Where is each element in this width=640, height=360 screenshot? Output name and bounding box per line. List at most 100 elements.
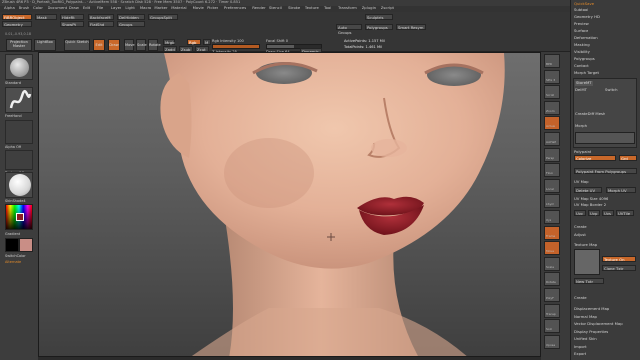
palette-section-normal-map[interactable]: Normal Map: [574, 315, 597, 320]
palette-section-uv-map[interactable]: UV Map: [574, 180, 589, 185]
delete-uv-button[interactable]: Delete UV: [574, 187, 602, 193]
palette-section-contact[interactable]: Contact: [574, 64, 589, 69]
menu-brush[interactable]: Brush: [19, 6, 30, 11]
uvtile-button[interactable]: UVTile: [616, 210, 634, 216]
rgb-intensity-slider[interactable]: [212, 44, 260, 49]
palette-section-import[interactable]: Import: [574, 345, 587, 350]
morph-slider[interactable]: Morph: [575, 124, 587, 129]
del-hidden-button[interactable]: DelHidden: [117, 14, 145, 20]
view-frame-button[interactable]: Frame: [544, 225, 560, 240]
move-mode-button[interactable]: Move: [124, 39, 135, 51]
view-spix-3-button[interactable]: SPix 3: [544, 69, 560, 84]
sculptris-button[interactable]: Sculptris: [365, 14, 393, 20]
texture-on-button[interactable]: Texture On: [602, 256, 636, 262]
auto-groups-button[interactable]: Auto Groups: [336, 24, 362, 35]
uv-map-size-slider[interactable]: UV Map Size 4096: [574, 197, 608, 202]
polygroups-button[interactable]: Polygroups: [365, 24, 393, 30]
morph-uv-button[interactable]: Morph UV: [606, 187, 636, 193]
lightbox-button[interactable]: LightBox: [34, 39, 56, 51]
mrgb-button[interactable]: Mrgb: [163, 39, 175, 45]
switch-color-button[interactable]: SwitchColor: [5, 254, 26, 258]
clone-txtr-button[interactable]: Clone Txtr: [602, 265, 636, 271]
uv-map-border-slider[interactable]: UV Map Border 2: [574, 203, 606, 208]
menu-material[interactable]: Material: [171, 6, 186, 11]
createdif-mesh-button[interactable]: CreateDiff Mesh: [575, 112, 605, 117]
menu-macro[interactable]: Macro: [140, 6, 152, 11]
menu-render[interactable]: Render: [252, 6, 266, 11]
uv-adjust-button[interactable]: Adjust: [574, 233, 586, 238]
palette-section-masking[interactable]: Masking: [574, 43, 590, 48]
stroke-thumbnail[interactable]: [5, 87, 33, 113]
palette-section-texture-map[interactable]: Texture Map: [574, 243, 597, 248]
menu-alpha[interactable]: Alpha: [4, 6, 15, 11]
canvas-viewport[interactable]: [38, 52, 541, 357]
texture-create-button[interactable]: Create: [574, 296, 587, 301]
m-button[interactable]: M: [203, 39, 211, 45]
view-solo-button[interactable]: Solo: [544, 319, 560, 334]
view-zoom-button[interactable]: Zoom: [544, 100, 560, 115]
projection-master-button[interactable]: Projection Master: [6, 39, 32, 51]
view-xyz-button[interactable]: Xyz: [544, 210, 560, 224]
menu-transform[interactable]: Transform: [338, 6, 357, 11]
palette-section-polypaint[interactable]: Polypaint: [574, 150, 591, 155]
view-scroll-button[interactable]: Scroll: [544, 85, 560, 100]
view-aahalf-button[interactable]: AAHalf: [544, 132, 560, 146]
delmt-button[interactable]: DelMT: [575, 88, 587, 93]
hide-pt-button[interactable]: HideRt: [60, 14, 84, 20]
palette-section-displacement-map[interactable]: Displacement Map: [574, 307, 609, 312]
palette-section-polygroups[interactable]: Polygroups: [574, 57, 595, 62]
texture-thumbnail[interactable]: [5, 150, 33, 170]
fibr-object-button[interactable]: FiBRObject: [2, 14, 32, 20]
menu-layer[interactable]: Layer: [111, 6, 122, 11]
menu-draw[interactable]: Draw: [69, 6, 79, 11]
menu-movie[interactable]: Movie: [193, 6, 204, 11]
palette-section-surface[interactable]: Surface: [574, 29, 588, 34]
view-xpose-button[interactable]: Xpose: [544, 334, 560, 349]
material-thumbnail[interactable]: [5, 172, 33, 198]
smart-resym-button[interactable]: Smart Resym: [396, 24, 426, 30]
morph-brush-thumbnail[interactable]: [575, 132, 635, 144]
view-local-button[interactable]: Local: [544, 178, 560, 193]
view-floor-button[interactable]: Floor: [544, 163, 560, 178]
colorize-button[interactable]: Colorize: [574, 155, 616, 161]
view-bpr-button[interactable]: BPR: [544, 54, 560, 68]
palette-section-display-properties[interactable]: Display Properties: [574, 330, 608, 335]
menu-marker[interactable]: Marker: [154, 6, 167, 11]
view-persp-button[interactable]: Persp: [544, 147, 560, 162]
storemt-button[interactable]: StoreMT: [575, 81, 593, 86]
alternate-button[interactable]: Alternate: [5, 260, 21, 264]
view-lsym-button[interactable]: LSym: [544, 194, 560, 209]
switch-button[interactable]: Switch: [605, 88, 618, 93]
view-actual-button[interactable]: Actual: [544, 116, 560, 131]
geometry-button[interactable]: Geometry: [2, 21, 32, 27]
texture-map-thumbnail[interactable]: [574, 249, 600, 275]
view-move-button[interactable]: Move: [544, 241, 560, 256]
rgb-button[interactable]: Rgb: [187, 39, 201, 45]
palette-section-preview[interactable]: Preview: [574, 22, 589, 27]
alpha-thumbnail[interactable]: [5, 120, 33, 144]
new-txtr-button[interactable]: New Txtr: [574, 278, 604, 284]
grd-button[interactable]: Grd: [619, 155, 637, 161]
uvp-button[interactable]: Uvp: [588, 210, 600, 216]
quicksave-button[interactable]: QuickSave: [574, 2, 594, 7]
rotate-mode-button[interactable]: Rotate: [148, 39, 161, 51]
menu-tool[interactable]: Tool: [324, 6, 331, 11]
view-polyf-button[interactable]: PolyF: [544, 288, 560, 302]
polypaint-from-polygroups-button[interactable]: Polypaint From Polygroups: [574, 168, 637, 174]
menu-light[interactable]: Light: [125, 6, 134, 11]
palette-section-export[interactable]: Export: [574, 352, 586, 357]
menu-document[interactable]: Document: [48, 6, 68, 11]
groups-split-button[interactable]: GroupsSplit: [148, 14, 178, 20]
backface-mask-button[interactable]: BackfaceM: [88, 14, 114, 20]
uv-create-button[interactable]: Create: [574, 225, 587, 230]
palette-section-deformation[interactable]: Deformation: [574, 36, 598, 41]
menu-texture[interactable]: Texture: [305, 6, 319, 11]
color-picker[interactable]: [5, 204, 33, 230]
flat-shade-button[interactable]: FlatShd: [88, 21, 114, 27]
uvc-button[interactable]: Uvc: [574, 210, 586, 216]
view-scale-button[interactable]: Scale: [544, 256, 560, 271]
menu-color[interactable]: Color: [33, 6, 43, 11]
groups-button[interactable]: Groups: [117, 21, 145, 27]
show-pt-button[interactable]: ShowPt: [60, 21, 84, 27]
quick-sketch-button[interactable]: Quick Sketch: [64, 39, 90, 51]
